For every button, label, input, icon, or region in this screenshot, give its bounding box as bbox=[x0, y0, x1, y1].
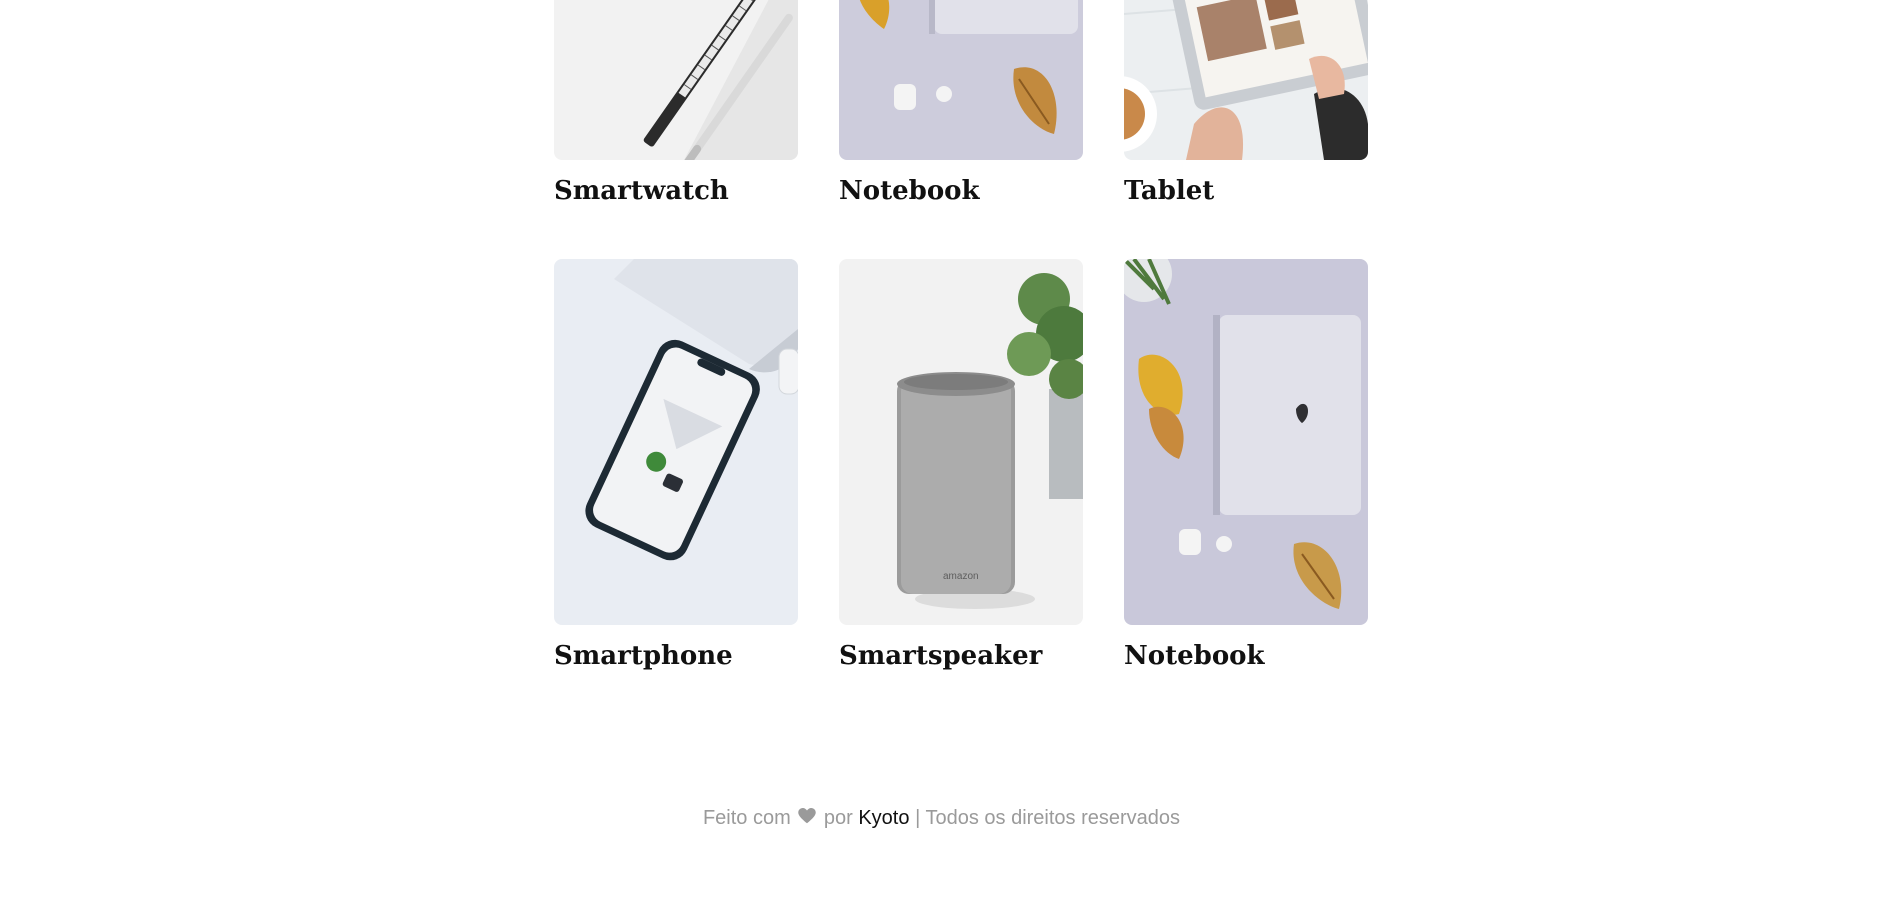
footer-made-with: Feito com bbox=[702, 807, 791, 829]
product-card[interactable]: Notebook bbox=[839, 0, 1083, 206]
product-card[interactable]: Smartphone bbox=[554, 259, 798, 671]
footer: Feito com por Kyoto | Todos os direitos … bbox=[0, 807, 1883, 830]
product-title[interactable]: Notebook bbox=[1124, 641, 1368, 671]
footer-brand-link[interactable]: Kyoto bbox=[858, 807, 909, 829]
product-image-notebook[interactable] bbox=[839, 0, 1083, 160]
footer-rights: Todos os direitos reservados bbox=[925, 807, 1181, 829]
laptop-with-leaves-image bbox=[839, 0, 1083, 160]
tablet-in-hands-image bbox=[1124, 0, 1368, 160]
product-title[interactable]: Smartwatch bbox=[554, 176, 798, 206]
product-image-smartphone[interactable] bbox=[554, 259, 798, 625]
product-card[interactable]: Smartwatch bbox=[554, 0, 798, 206]
product-card[interactable]: amazon Smartspeaker bbox=[839, 259, 1083, 671]
product-grid: Smartwatch Notebook Tablet Smartphone am… bbox=[0, 0, 1883, 902]
pens-on-desk-image bbox=[554, 0, 798, 160]
laptop-with-leaves-image bbox=[1124, 259, 1368, 625]
footer-separator: | bbox=[915, 807, 921, 829]
product-card[interactable]: Tablet bbox=[1124, 0, 1368, 206]
phone-on-desk-image bbox=[554, 259, 798, 625]
product-title[interactable]: Smartphone bbox=[554, 641, 798, 671]
footer-by: por bbox=[823, 807, 853, 829]
product-image-smartspeaker[interactable]: amazon bbox=[839, 259, 1083, 625]
product-image-tablet[interactable] bbox=[1124, 0, 1368, 160]
heart-icon bbox=[798, 807, 817, 830]
svg-text:amazon: amazon bbox=[943, 571, 979, 582]
product-title[interactable]: Smartspeaker bbox=[839, 641, 1083, 671]
product-title[interactable]: Notebook bbox=[839, 176, 1083, 206]
product-image-smartwatch[interactable] bbox=[554, 0, 798, 160]
smart-speaker-image: amazon bbox=[839, 259, 1083, 625]
product-card[interactable]: Notebook bbox=[1124, 259, 1368, 671]
product-title[interactable]: Tablet bbox=[1124, 176, 1368, 206]
product-image-notebook[interactable] bbox=[1124, 259, 1368, 625]
